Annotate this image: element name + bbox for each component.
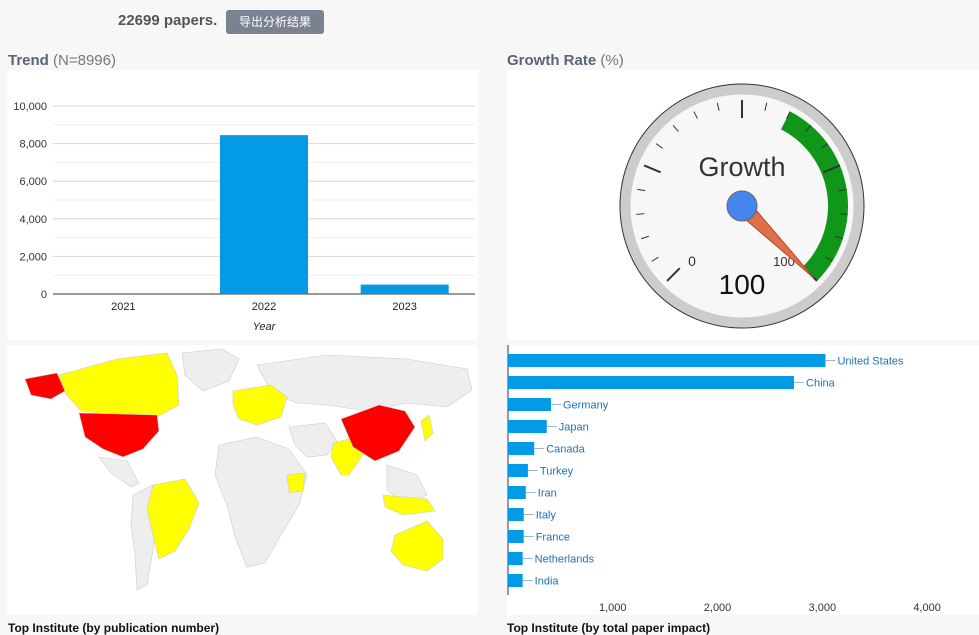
bar-label: Germany (563, 400, 609, 412)
y-tick-label: 8,000 (19, 139, 47, 151)
map-indonesia (382, 494, 436, 516)
trend-title: Trend (N=8996) (8, 52, 116, 69)
map-brazil (146, 478, 200, 560)
map-alaska (24, 372, 66, 400)
bar-label: China (806, 378, 836, 390)
bar-iran (508, 486, 526, 499)
bar-india (508, 574, 523, 587)
bar-canada (508, 442, 535, 455)
map-africa-south (286, 472, 306, 494)
bar-label: Netherlands (535, 554, 595, 566)
country-bar-chart: United StatesChina Germany Japan Canada Turk… (507, 345, 941, 614)
map-central-america (98, 456, 140, 488)
bar-japan (508, 420, 547, 433)
bar-france (508, 530, 524, 543)
growth-title-text: Growth Rate (507, 52, 597, 69)
x-tick-label: 2021 (111, 301, 135, 313)
y-tick-label: 6,000 (19, 176, 47, 188)
gauge-min-label: 0 (688, 253, 696, 269)
map-canada (58, 352, 180, 418)
bar-label: Italy (536, 510, 557, 522)
bar-2023 (360, 284, 449, 294)
x-tick-label: 1,000 (599, 602, 627, 614)
map-europe (232, 384, 288, 426)
bottom-right-label: Top Institute (by total paper impact) (507, 621, 711, 635)
world-map-panel (7, 345, 478, 615)
x-tick-label: 2022 (252, 301, 276, 313)
y-tick-label: 10,000 (13, 101, 47, 113)
top-bar: 22699 papers. 导出分析结果 (0, 0, 979, 44)
trend-subtitle: (N=8996) (53, 52, 116, 69)
y-tick-label: 4,000 (19, 214, 47, 226)
bar-netherlands (508, 552, 523, 565)
map-russia-asia (256, 354, 473, 412)
bar-italy (508, 508, 524, 521)
trend-bar-chart: 0 2,000 4,000 6,000 8,000 10,000 2021 2022 2023 Y… (13, 101, 475, 333)
bar-label: Canada (546, 444, 585, 456)
x-tick-label: 2023 (392, 301, 416, 313)
gauge-label: Growth (698, 152, 785, 182)
bar-2022 (220, 135, 308, 294)
paper-count: 22699 papers. (118, 12, 218, 29)
x-tick-label: 2,000 (704, 602, 732, 614)
bar-label: United States (837, 356, 904, 368)
trend-chart-panel: 0 2,000 4,000 6,000 8,000 10,000 2021 2022 2023 Y… (7, 70, 478, 340)
map-middle-east (288, 422, 338, 458)
growth-gauge-panel: Growth 0 100 100 (507, 70, 979, 340)
growth-subtitle: (%) (600, 52, 624, 69)
bar-label: Turkey (540, 466, 574, 478)
bar-united-states (508, 354, 826, 367)
bottom-left-label: Top Institute (by publication number) (8, 621, 220, 635)
bar-label: Japan (559, 422, 589, 434)
map-united-states (78, 412, 160, 458)
bar-label: India (535, 576, 560, 588)
gauge-value-text: 100 (719, 269, 766, 300)
map-africa (214, 436, 308, 568)
growth-gauge: Growth0 100100 (619, 83, 865, 329)
y-tick-label: 0 (41, 289, 47, 301)
gauge-tick (636, 213, 645, 215)
x-tick-label: 4,000 (913, 602, 941, 614)
growth-title: Growth Rate (%) (507, 52, 624, 69)
x-tick-label: 3,000 (809, 602, 837, 614)
gauge-tick (839, 213, 848, 215)
country-bar-panel: United States China Germany Japan Canada Turk… (507, 345, 979, 615)
map-japan (420, 414, 434, 442)
bar-germany (508, 398, 551, 411)
x-axis-title: Year (253, 321, 277, 333)
map-greenland (181, 348, 240, 392)
y-tick-label: 2,000 (19, 251, 47, 263)
bar-label: France (536, 532, 570, 544)
bar-china (508, 376, 795, 389)
export-button[interactable]: 导出分析结果 (226, 10, 324, 34)
bar-label: Iran (538, 488, 557, 500)
world-map (24, 348, 473, 591)
bar-turkey (508, 464, 528, 477)
map-australia (390, 520, 444, 572)
gauge-hub (726, 190, 758, 222)
trend-title-text: Trend (8, 52, 49, 69)
